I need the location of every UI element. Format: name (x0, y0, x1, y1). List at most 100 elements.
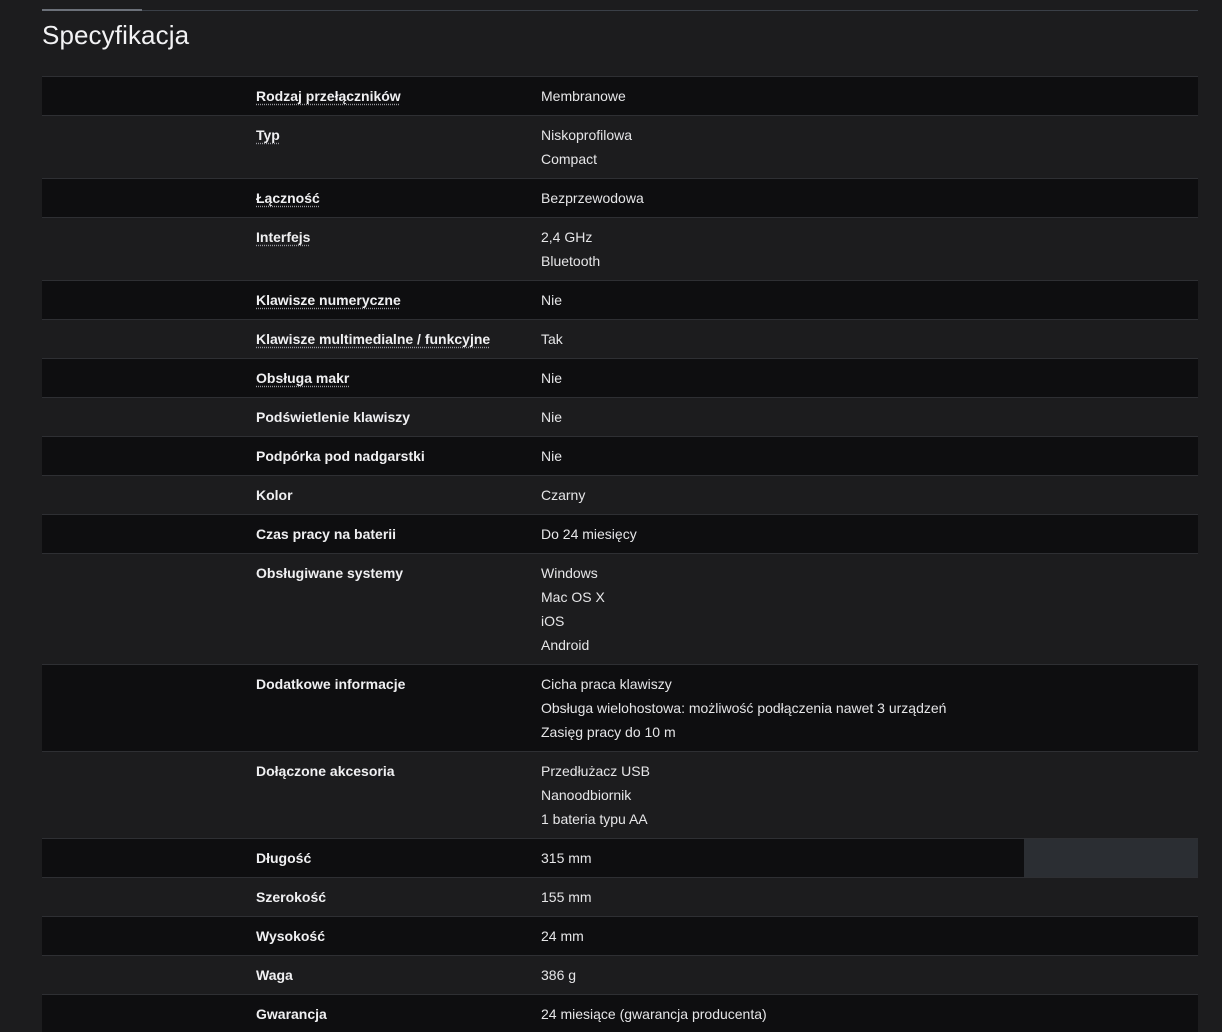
spec-value: 2,4 GHz (541, 229, 593, 245)
spec-values: 24 miesiące (gwarancja producenta) (541, 995, 767, 1032)
spec-row: Szerokość 155 mm (42, 878, 1198, 917)
spec-name: Dołączone akcesoria (42, 752, 541, 838)
spec-row: Obsługa makr Nie (42, 359, 1198, 398)
spec-values: Nie (541, 398, 562, 436)
spec-value: Cicha praca klawiszy (541, 676, 672, 692)
spec-value: Windows (541, 565, 598, 581)
spec-values: 2,4 GHz Bluetooth (541, 218, 600, 280)
spec-value: Bluetooth (541, 253, 601, 269)
spec-row: Rodzaj przełączników Membranowe (42, 77, 1198, 116)
spec-value: 315 mm (541, 850, 592, 866)
spec-name: Klawisze numeryczne (42, 281, 541, 319)
spec-row: Podświetlenie klawiszy Nie (42, 398, 1198, 437)
spec-name-link[interactable]: Typ (256, 127, 280, 143)
spec-name: Waga (42, 956, 541, 994)
spec-name-link[interactable]: Interfejs (256, 229, 310, 245)
spec-name-label: Czas pracy na baterii (256, 526, 397, 542)
spec-name: Obsługiwane systemy (42, 554, 541, 664)
spec-value: Przedłużacz USB (541, 763, 650, 779)
spec-values: Do 24 miesięcy (541, 515, 637, 553)
spec-row: Podpórka pod nadgarstki Nie (42, 437, 1198, 476)
spec-name: Klawisze multimedialne / funkcyjne (42, 320, 541, 358)
spec-name-label: Szerokość (256, 889, 327, 905)
spec-name-label: Waga (256, 967, 293, 983)
spec-name: Czas pracy na baterii (42, 515, 541, 553)
spec-row: Długość 315 mm (42, 839, 1198, 878)
spec-name: Podświetlenie klawiszy (42, 398, 541, 436)
spec-values: Przedłużacz USB Nanoodbiornik 1 bateria ty… (541, 752, 650, 838)
spec-value: Nie (541, 448, 563, 464)
spec-row: Dodatkowe informacje Cicha praca klawiszy… (42, 665, 1198, 752)
spec-name-label: Dołączone akcesoria (256, 763, 395, 779)
spec-row: Dołączone akcesoria Przedłużacz USB Nanood… (42, 752, 1198, 839)
spec-values: 386 g (541, 956, 576, 994)
spec-row: Klawisze numeryczne Nie (42, 281, 1198, 320)
spec-row: Waga 386 g (42, 956, 1198, 995)
spec-page: Specyfikacja Rodzaj przełączników Membran… (0, 0, 1222, 1032)
spec-value: Bezprzewodowa (541, 190, 644, 206)
spec-values: Bezprzewodowa (541, 179, 644, 217)
spec-value: Do 24 miesięcy (541, 526, 637, 542)
spec-name-label: Gwarancja (256, 1006, 327, 1022)
spec-value: Czarny (541, 487, 586, 503)
spec-value: 24 miesiące (gwarancja producenta) (541, 1006, 767, 1022)
spec-name: Dodatkowe informacje (42, 665, 541, 751)
spec-row: Łączność Bezprzewodowa (42, 179, 1198, 218)
spec-row: Kolor Czarny (42, 476, 1198, 515)
spec-value: Mac OS X (541, 589, 605, 605)
spec-values: Nie (541, 437, 562, 475)
spec-values: Membranowe (541, 77, 626, 115)
spec-value: Membranowe (541, 88, 626, 104)
spec-value: Android (541, 637, 590, 653)
spec-value: Tak (541, 331, 563, 347)
spec-values: 315 mm (541, 839, 592, 877)
spec-value: iOS (541, 613, 565, 629)
spec-row: Obsługiwane systemy Windows Mac OS X iOS And… (42, 554, 1198, 665)
spec-name: Długość (42, 839, 541, 877)
spec-name: Szerokość (42, 878, 541, 916)
spec-row: Wysokość 24 mm (42, 917, 1198, 956)
spec-values: Tak (541, 320, 563, 358)
tab-indicator (42, 9, 142, 11)
spec-name-link[interactable]: Rodzaj przełączników (256, 88, 401, 104)
spec-name-label: Obsługiwane systemy (256, 565, 404, 581)
spec-row: Czas pracy na baterii Do 24 miesięcy (42, 515, 1198, 554)
spec-value: Niskoprofilowa (541, 127, 633, 143)
spec-value: 155 mm (541, 889, 592, 905)
spec-value: Zasięg pracy do 10 m (541, 724, 676, 740)
spec-values: Cicha praca klawiszy Obsługa wielohostowa… (541, 665, 946, 751)
spec-table: Rodzaj przełączników Membranowe Typ Niskopr… (42, 76, 1198, 1032)
spec-value: Compact (541, 151, 598, 167)
spec-name-link[interactable]: Klawisze numeryczne (256, 292, 401, 308)
spec-name-label: Wysokość (256, 928, 325, 944)
spec-name: Gwarancja (42, 995, 541, 1032)
spec-row: Typ Niskoprofilowa Compact (42, 116, 1198, 179)
spec-name: Obsługa makr (42, 359, 541, 397)
spec-value: Nanoodbiornik (541, 787, 632, 803)
spec-value: 1 bateria typu AA (541, 811, 648, 827)
spec-value: Obsługa wielohostowa: możliwość podłącze… (541, 700, 947, 716)
spec-name-label: Długość (256, 850, 312, 866)
spec-name: Rodzaj przełączników (42, 77, 541, 115)
spec-value: 386 g (541, 967, 577, 983)
spec-name-link[interactable]: Obsługa makr (256, 370, 349, 386)
spec-name-label: Kolor (256, 487, 293, 503)
spec-values: 155 mm (541, 878, 592, 916)
spec-name-label: Podpórka pod nadgarstki (256, 448, 425, 464)
spec-row: Interfejs 2,4 GHz Bluetooth (42, 218, 1198, 281)
spec-name: Interfejs (42, 218, 541, 280)
spec-name-link[interactable]: Łączność (256, 190, 320, 206)
spec-name: Kolor (42, 476, 541, 514)
spec-values: Nie (541, 281, 562, 319)
spec-values: Czarny (541, 476, 585, 514)
spec-row: Klawisze multimedialne / funkcyjne Tak (42, 320, 1198, 359)
spec-values: 24 mm (541, 917, 584, 955)
spec-name-label: Podświetlenie klawiszy (256, 409, 411, 425)
section-title: Specyfikacja (42, 20, 190, 50)
spec-name-link[interactable]: Klawisze multimedialne / funkcyjne (256, 331, 490, 347)
spec-name: Typ (42, 116, 541, 178)
spec-value: Nie (541, 292, 563, 308)
spec-name: Łączność (42, 179, 541, 217)
spec-name: Podpórka pod nadgarstki (42, 437, 541, 475)
spec-values: Windows Mac OS X iOS Android (541, 554, 605, 664)
